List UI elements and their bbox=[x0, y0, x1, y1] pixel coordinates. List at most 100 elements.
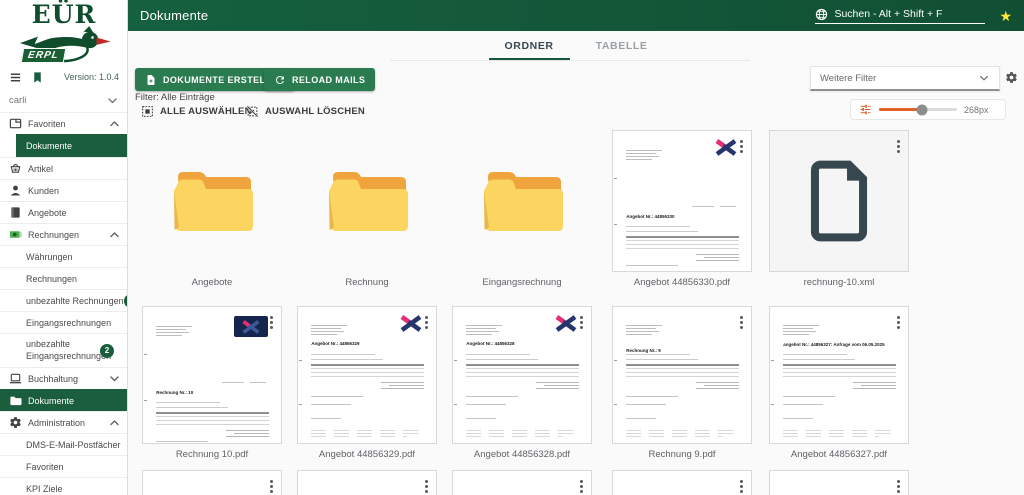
folder-tile-eingangsrechnung[interactable]: Eingangsrechnung bbox=[447, 130, 597, 288]
menu-icon[interactable] bbox=[9, 71, 22, 84]
settings-gear-icon[interactable] bbox=[1005, 71, 1018, 84]
sidebar-item-buchhaltung[interactable]: Buchhaltung bbox=[0, 367, 128, 389]
kebab-menu-icon[interactable] bbox=[890, 310, 906, 334]
document-tile: angebot Nr.: 44856327: Anfrage vom 06.05… bbox=[764, 306, 914, 460]
sidebar-item-label: DMS-E-Mail-Postfächer bbox=[26, 440, 121, 450]
sidebar-item-kunden[interactable]: Kunden bbox=[0, 179, 128, 201]
sidebar-item-favoriten[interactable]: Favoriten bbox=[0, 112, 128, 134]
folder-label: Rechnung bbox=[292, 277, 442, 288]
slider-thumb[interactable] bbox=[916, 104, 927, 115]
document-card[interactable] bbox=[612, 470, 752, 495]
chevron-up-icon bbox=[108, 228, 121, 241]
kebab-menu-icon[interactable] bbox=[263, 310, 279, 334]
document-filename: Rechnung 9.pdf bbox=[607, 449, 757, 460]
folder-label: Angebote bbox=[137, 277, 287, 288]
sidebar-item-favoriten-admin[interactable]: Favoriten bbox=[0, 455, 128, 477]
search-input[interactable]: Suchen - Alt + Shift + F bbox=[815, 8, 985, 24]
sidebar-item-label: Währungen bbox=[26, 252, 73, 262]
book-icon bbox=[8, 206, 22, 220]
document-card[interactable]: Angebot Nr.: 44856328 bbox=[452, 306, 592, 444]
view-tabs: ORDNER TABELLE bbox=[128, 33, 1024, 60]
gear-icon bbox=[8, 416, 22, 430]
document-preview: Rechnung Nr.: 10 bbox=[144, 308, 280, 442]
app-logo: EÜR ERPL bbox=[0, 2, 128, 64]
document-add-icon bbox=[145, 74, 157, 86]
document-card[interactable] bbox=[142, 470, 282, 495]
kebab-menu-icon[interactable] bbox=[733, 134, 749, 158]
document-tile: Angebot Nr.: 44856328 Angebot 44856328.p… bbox=[447, 306, 597, 460]
sidebar-item-angebote[interactable]: Angebote bbox=[0, 201, 128, 223]
document-card[interactable]: angebot Nr.: 44856327: Anfrage vom 06.05… bbox=[769, 306, 909, 444]
document-tile bbox=[764, 470, 914, 495]
sidebar-item-label: Buchhaltung bbox=[28, 374, 78, 384]
sidebar-item-waehrungen[interactable]: Währungen bbox=[0, 245, 128, 267]
sidebar-item-label: Artikel bbox=[28, 164, 53, 174]
reload-mails-button[interactable]: RELOAD MAILS bbox=[264, 68, 375, 91]
tab-ordner[interactable]: ORDNER bbox=[489, 33, 570, 60]
sidebar-item-dokumente[interactable]: Dokumente bbox=[0, 389, 128, 411]
favorite-star-icon[interactable]: ★ bbox=[999, 9, 1012, 23]
kebab-menu-icon[interactable] bbox=[263, 474, 279, 495]
kebab-menu-icon[interactable] bbox=[418, 310, 434, 334]
chevron-down-icon bbox=[108, 372, 121, 385]
document-card[interactable]: Angebot Nr.: 44856330 bbox=[612, 130, 752, 272]
sidebar-item-label: Administration bbox=[28, 418, 85, 428]
folder-tile-angebote[interactable]: Angebote bbox=[137, 130, 287, 288]
sidebar-toolbar: Version: 1.0.4 bbox=[0, 66, 128, 88]
bookmark-icon[interactable] bbox=[31, 71, 44, 84]
kebab-menu-icon[interactable] bbox=[733, 474, 749, 495]
sidebar-item-dms-postfaecher[interactable]: DMS-E-Mail-Postfächer bbox=[0, 433, 128, 455]
user-name: carli bbox=[9, 95, 26, 106]
sidebar-item-eingangsrechnungen[interactable]: Eingangsrechnungen bbox=[0, 311, 128, 333]
folder-icon bbox=[8, 394, 22, 408]
sidebar-item-unbezahlte-eingangsrechnungen[interactable]: unbezahlte Eingangsrechnungen 2 bbox=[0, 333, 128, 367]
sidebar-item-label: Rechnungen bbox=[26, 274, 77, 284]
select-all-button[interactable]: ALLE AUSWÄHLEN bbox=[141, 103, 252, 120]
kebab-menu-icon[interactable] bbox=[418, 474, 434, 495]
folder-large-icon bbox=[292, 130, 442, 272]
kebab-menu-icon[interactable] bbox=[890, 474, 906, 495]
folder-tile-rechnung[interactable]: Rechnung bbox=[292, 130, 442, 288]
document-card[interactable] bbox=[297, 470, 437, 495]
chevron-down-icon bbox=[978, 72, 990, 84]
sidebar-item-label: Favoriten bbox=[28, 119, 66, 129]
sidebar-item-dokumente-favorit[interactable]: Dokumente bbox=[16, 134, 128, 157]
user-menu[interactable]: carli bbox=[0, 88, 128, 112]
document-card[interactable]: Rechnung Nr.: 10 bbox=[142, 306, 282, 444]
sidebar-item-label: unbezahlte Eingangsrechnungen bbox=[26, 339, 98, 362]
document-card[interactable] bbox=[769, 470, 909, 495]
more-filters-select[interactable]: Weitere Filter bbox=[810, 66, 1000, 91]
sidebar-item-unbezahlte-rechnungen[interactable]: unbezahlte Rechnungen 8 bbox=[0, 289, 128, 311]
kebab-menu-icon[interactable] bbox=[890, 134, 906, 158]
kebab-menu-icon[interactable] bbox=[733, 310, 749, 334]
sidebar-item-rechnungen[interactable]: Rechnungen bbox=[0, 223, 128, 245]
tab-tabelle[interactable]: TABELLE bbox=[580, 33, 664, 60]
kebab-menu-icon[interactable] bbox=[573, 310, 589, 334]
clear-selection-button[interactable]: AUSWAHL LÖSCHEN bbox=[246, 103, 365, 120]
tabs-divider bbox=[390, 60, 750, 61]
document-tile bbox=[607, 470, 757, 495]
document-card[interactable] bbox=[452, 470, 592, 495]
document-card[interactable] bbox=[769, 130, 909, 272]
preview-heading: Rechnung Nr.: 10 bbox=[156, 390, 266, 396]
document-card[interactable]: Angebot Nr.: 44856329 bbox=[297, 306, 437, 444]
document-tile bbox=[137, 470, 287, 495]
sidebar-item-kpi-ziele[interactable]: KPI Ziele bbox=[0, 477, 128, 495]
file-icon bbox=[802, 156, 876, 246]
size-slider[interactable] bbox=[879, 108, 957, 111]
sidebar-item-administration[interactable]: Administration bbox=[0, 411, 128, 433]
sidebar-item-rechnungen-sub[interactable]: Rechnungen bbox=[0, 267, 128, 289]
search-placeholder: Suchen - Alt + Shift + F bbox=[834, 8, 942, 20]
document-card[interactable]: Rechnung Nr.: 9 bbox=[612, 306, 752, 444]
filter-summary: Filter: Alle Einträge bbox=[135, 92, 215, 103]
document-filename: Rechnung 10.pdf bbox=[137, 449, 287, 460]
deselect-icon bbox=[246, 105, 259, 118]
thumbnail-size-control: 268px bbox=[850, 99, 1006, 120]
sidebar-item-artikel[interactable]: Artikel bbox=[0, 157, 128, 179]
count-badge: 2 bbox=[100, 344, 114, 358]
kebab-menu-icon[interactable] bbox=[573, 474, 589, 495]
sidebar: EÜR ERPL Version: 1.0.4 carli bbox=[0, 0, 128, 495]
document-tile bbox=[447, 470, 597, 495]
sidebar-nav: Favoriten Dokumente Artikel Kunden Angeb… bbox=[0, 112, 128, 495]
version-label: Version: 1.0.4 bbox=[64, 72, 119, 82]
